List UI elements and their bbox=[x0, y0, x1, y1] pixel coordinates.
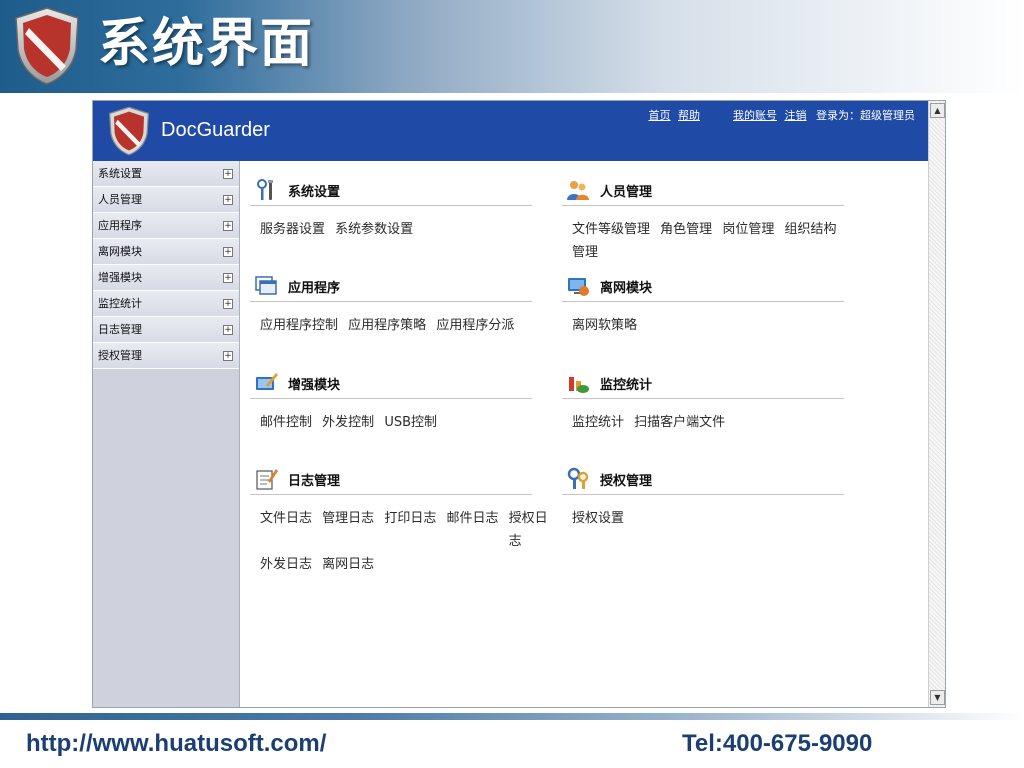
section-offline: 离网模块 离网软策略 bbox=[562, 269, 844, 337]
link-app-assign[interactable]: 应用程序分派 bbox=[436, 318, 514, 333]
sidebar-item-offline[interactable]: 离网模块 + bbox=[93, 239, 239, 265]
sidebar-item-label: 人员管理 bbox=[98, 193, 142, 206]
expand-icon[interactable]: + bbox=[223, 273, 233, 283]
app-name: DocGuarder bbox=[161, 119, 270, 141]
section-apps: 应用程序 应用程序控制 应用程序策略 应用程序分派 bbox=[250, 269, 532, 337]
link-monitor-stats[interactable]: 监控统计 bbox=[572, 415, 624, 430]
log-notepad-icon bbox=[256, 469, 278, 490]
link-admin-log[interactable]: 管理日志 bbox=[322, 511, 374, 526]
section-title: 增强模块 bbox=[288, 378, 341, 393]
sidebar-item-license[interactable]: 授权管理 + bbox=[93, 343, 239, 369]
sidebar-item-label: 增强模块 bbox=[98, 271, 142, 284]
sidebar-item-label: 日志管理 bbox=[98, 323, 142, 336]
link-post[interactable]: 岗位管理 bbox=[722, 222, 774, 237]
section-title: 应用程序 bbox=[288, 281, 341, 296]
logout-link[interactable]: 注销 bbox=[785, 109, 807, 122]
slide-header: 系统界面 bbox=[0, 0, 1024, 93]
window-icon bbox=[255, 276, 277, 295]
expand-icon[interactable]: + bbox=[223, 351, 233, 361]
link-license-settings[interactable]: 授权设置 bbox=[572, 511, 624, 526]
login-status: 登录为：超级管理员 bbox=[816, 109, 915, 122]
section-title: 人员管理 bbox=[600, 185, 653, 200]
my-account-link[interactable]: 我的账号 bbox=[733, 109, 777, 122]
section-license: 授权管理 授权设置 bbox=[562, 462, 844, 530]
link-license-log[interactable]: 授权日志 bbox=[509, 507, 549, 553]
section-people: 人员管理 文件等级管理 角色管理 岗位管理 组织结构管理 bbox=[562, 173, 844, 264]
app-shield-logo-icon bbox=[108, 106, 150, 156]
settings-tools-icon bbox=[257, 179, 273, 200]
section-title: 日志管理 bbox=[288, 474, 341, 489]
shield-logo-icon bbox=[15, 7, 79, 85]
sidebar-item-label: 离网模块 bbox=[98, 245, 142, 258]
license-keys-icon bbox=[567, 467, 589, 489]
section-monitor: 监控统计 监控统计 扫描客户端文件 bbox=[562, 366, 844, 434]
link-file-log[interactable]: 文件日志 bbox=[260, 511, 312, 526]
link-role[interactable]: 角色管理 bbox=[660, 222, 712, 237]
sidebar-item-logs[interactable]: 日志管理 + bbox=[93, 317, 239, 343]
link-mail-log[interactable]: 邮件日志 bbox=[446, 511, 498, 526]
home-link[interactable]: 首页 bbox=[649, 109, 671, 122]
sidebar-item-apps[interactable]: 应用程序 + bbox=[93, 213, 239, 239]
monitor-stats-icon bbox=[569, 377, 589, 393]
link-offline-log[interactable]: 离网日志 bbox=[322, 557, 374, 572]
main-content: 系统设置 服务器设置 系统参数设置 人员管理 文件等级管理 角色管理 岗位管理 … bbox=[240, 161, 929, 707]
expand-icon[interactable]: + bbox=[223, 299, 233, 309]
section-logs: 日志管理 文件日志 管理日志 打印日志 邮件日志 授权日志 外发日志 离网日志 bbox=[250, 462, 548, 576]
scroll-down-icon[interactable]: ▼ bbox=[930, 690, 945, 705]
section-title: 授权管理 bbox=[600, 474, 653, 489]
link-outbound-log[interactable]: 外发日志 bbox=[260, 557, 312, 572]
footer-tel: Tel:400-675-9090 bbox=[682, 730, 873, 757]
link-offline-policy[interactable]: 离网软策略 bbox=[572, 318, 637, 333]
help-link[interactable]: 帮助 bbox=[678, 109, 700, 122]
sidebar: 系统设置 + 人员管理 + 应用程序 + 离网模块 + 增强模块 + 监控统计 + 日志管理… bbox=[93, 161, 240, 707]
expand-icon[interactable]: + bbox=[223, 221, 233, 231]
section-title: 系统设置 bbox=[288, 185, 341, 200]
link-app-control[interactable]: 应用程序控制 bbox=[260, 318, 338, 333]
sidebar-item-label: 监控统计 bbox=[98, 297, 142, 310]
footer-url: http://www.huatusoft.com/ bbox=[26, 730, 327, 757]
slide-title: 系统界面 bbox=[98, 14, 315, 74]
app-header: DocGuarder 首页 帮助 我的账号 注销 登录为：超级管理员 bbox=[93, 101, 929, 161]
link-scan-client-files[interactable]: 扫描客户端文件 bbox=[634, 415, 725, 430]
top-links: 首页 帮助 我的账号 注销 登录为：超级管理员 bbox=[645, 107, 916, 123]
enhance-module-icon bbox=[256, 373, 278, 390]
sidebar-item-enhance[interactable]: 增强模块 + bbox=[93, 265, 239, 291]
link-print-log[interactable]: 打印日志 bbox=[384, 511, 436, 526]
sidebar-item-label: 系统设置 bbox=[98, 167, 142, 180]
sidebar-item-monitor[interactable]: 监控统计 + bbox=[93, 291, 239, 317]
sidebar-item-label: 应用程序 bbox=[98, 219, 142, 232]
sidebar-item-people[interactable]: 人员管理 + bbox=[93, 187, 239, 213]
section-title: 监控统计 bbox=[600, 378, 653, 393]
link-usb-control[interactable]: USB控制 bbox=[384, 415, 437, 430]
sidebar-item-label: 授权管理 bbox=[98, 349, 142, 362]
link-app-policy[interactable]: 应用程序策略 bbox=[348, 318, 426, 333]
vertical-scrollbar[interactable]: ▲ ▼ bbox=[928, 101, 945, 707]
section-enhance: 增强模块 邮件控制 外发控制 USB控制 bbox=[250, 366, 532, 434]
expand-icon[interactable]: + bbox=[223, 325, 233, 335]
section-title: 离网模块 bbox=[600, 281, 653, 296]
expand-icon[interactable]: + bbox=[223, 169, 233, 179]
link-server-settings[interactable]: 服务器设置 bbox=[260, 222, 325, 237]
users-icon bbox=[567, 181, 589, 200]
link-mail-control[interactable]: 邮件控制 bbox=[260, 415, 312, 430]
link-system-params[interactable]: 系统参数设置 bbox=[335, 222, 413, 237]
scroll-up-icon[interactable]: ▲ bbox=[930, 103, 945, 118]
expand-icon[interactable]: + bbox=[223, 195, 233, 205]
link-file-level[interactable]: 文件等级管理 bbox=[572, 222, 650, 237]
offline-network-icon bbox=[568, 278, 589, 296]
sidebar-item-system-settings[interactable]: 系统设置 + bbox=[93, 161, 239, 187]
expand-icon[interactable]: + bbox=[223, 247, 233, 257]
section-system-settings: 系统设置 服务器设置 系统参数设置 bbox=[250, 173, 532, 241]
app-window: DocGuarder 首页 帮助 我的账号 注销 登录为：超级管理员 系统设置 +… bbox=[92, 100, 946, 708]
footer-bar bbox=[0, 713, 1024, 720]
link-outbound-control[interactable]: 外发控制 bbox=[322, 415, 374, 430]
